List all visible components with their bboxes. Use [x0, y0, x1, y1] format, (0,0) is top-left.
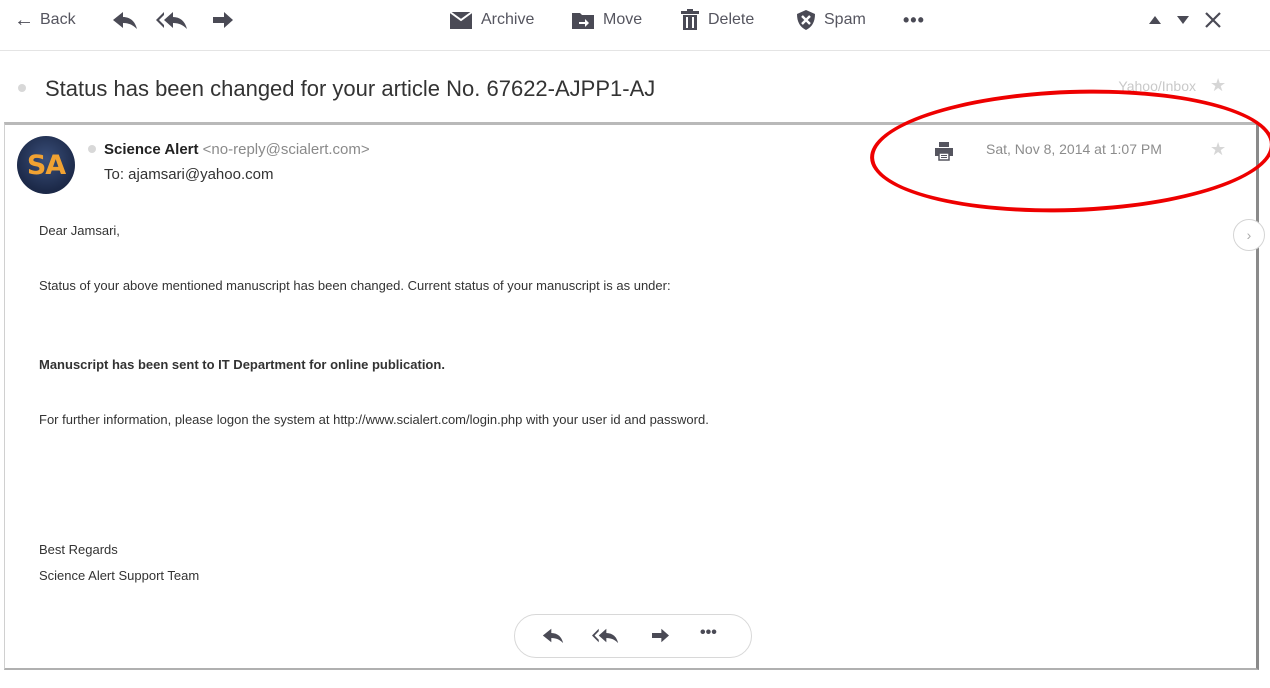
reply-all-icon	[592, 628, 619, 644]
spam-label: Spam	[824, 11, 866, 28]
reply-all-icon	[156, 12, 187, 29]
recipient-line: To: ajamsari@yahoo.com	[104, 166, 274, 183]
back-button[interactable]: ← Back	[14, 8, 76, 32]
back-label: Back	[40, 11, 76, 28]
close-icon	[1205, 12, 1221, 28]
quick-reply-button[interactable]	[542, 627, 564, 649]
message-subject: Status has been changed for your article…	[45, 76, 656, 101]
archive-button[interactable]: Archive	[449, 8, 534, 32]
back-arrow-icon: ←	[14, 8, 34, 31]
quick-reply-all-button[interactable]	[592, 627, 619, 649]
unread-dot-icon	[18, 84, 26, 92]
more-icon: •••	[903, 9, 925, 30]
more-icon: •••	[700, 624, 717, 641]
next-message-button[interactable]	[1176, 8, 1190, 32]
avatar-initials: SA	[26, 149, 66, 181]
sender-line[interactable]: Science Alert <no-reply@scialert.com>	[104, 141, 370, 158]
sender-email: <no-reply@scialert.com>	[202, 141, 370, 158]
chevron-right-icon: ›	[1246, 227, 1252, 243]
quick-more-button[interactable]: •••	[700, 624, 717, 642]
sender-name: Science Alert	[104, 141, 199, 158]
previous-message-button[interactable]	[1148, 8, 1162, 32]
sender-dot-icon	[88, 145, 96, 153]
signature: Science Alert Support Team	[39, 568, 200, 583]
more-actions-button[interactable]: •••	[903, 8, 925, 32]
caret-down-icon	[1177, 16, 1189, 24]
trash-icon	[681, 9, 699, 30]
quick-forward-button[interactable]	[651, 627, 670, 649]
star-icon[interactable]: ★	[1210, 76, 1226, 94]
archive-label: Archive	[481, 11, 535, 28]
spam-button[interactable]: Spam	[796, 8, 866, 32]
caret-up-icon	[1149, 16, 1161, 24]
forward-icon	[652, 628, 669, 643]
quick-actions-bar: •••	[514, 614, 752, 658]
reply-button[interactable]	[112, 8, 138, 32]
close-button[interactable]	[1204, 8, 1222, 32]
reply-all-button[interactable]	[156, 8, 188, 32]
reply-icon	[113, 12, 137, 29]
avatar: SA	[17, 136, 75, 194]
status-line: Manuscript has been sent to IT Departmen…	[39, 357, 445, 372]
shield-icon	[797, 10, 815, 30]
folder-move-icon	[572, 13, 594, 29]
next-arrow-button[interactable]: ›	[1233, 219, 1265, 251]
reply-icon	[542, 628, 564, 644]
delete-button[interactable]: Delete	[680, 8, 754, 32]
move-button[interactable]: Move	[571, 8, 642, 32]
forward-button[interactable]	[212, 8, 234, 32]
closing: Best Regards	[39, 542, 118, 557]
delete-label: Delete	[708, 11, 755, 28]
forward-icon	[213, 12, 233, 28]
archive-icon	[449, 11, 473, 29]
body-paragraph-1: Status of your above mentioned manuscrip…	[39, 278, 671, 293]
greeting: Dear Jamsari,	[39, 223, 120, 238]
message-toolbar: ← Back Archive Move Delete Spam •••	[0, 0, 1270, 51]
body-paragraph-2: For further information, please logon th…	[39, 412, 709, 427]
move-label: Move	[603, 11, 643, 28]
